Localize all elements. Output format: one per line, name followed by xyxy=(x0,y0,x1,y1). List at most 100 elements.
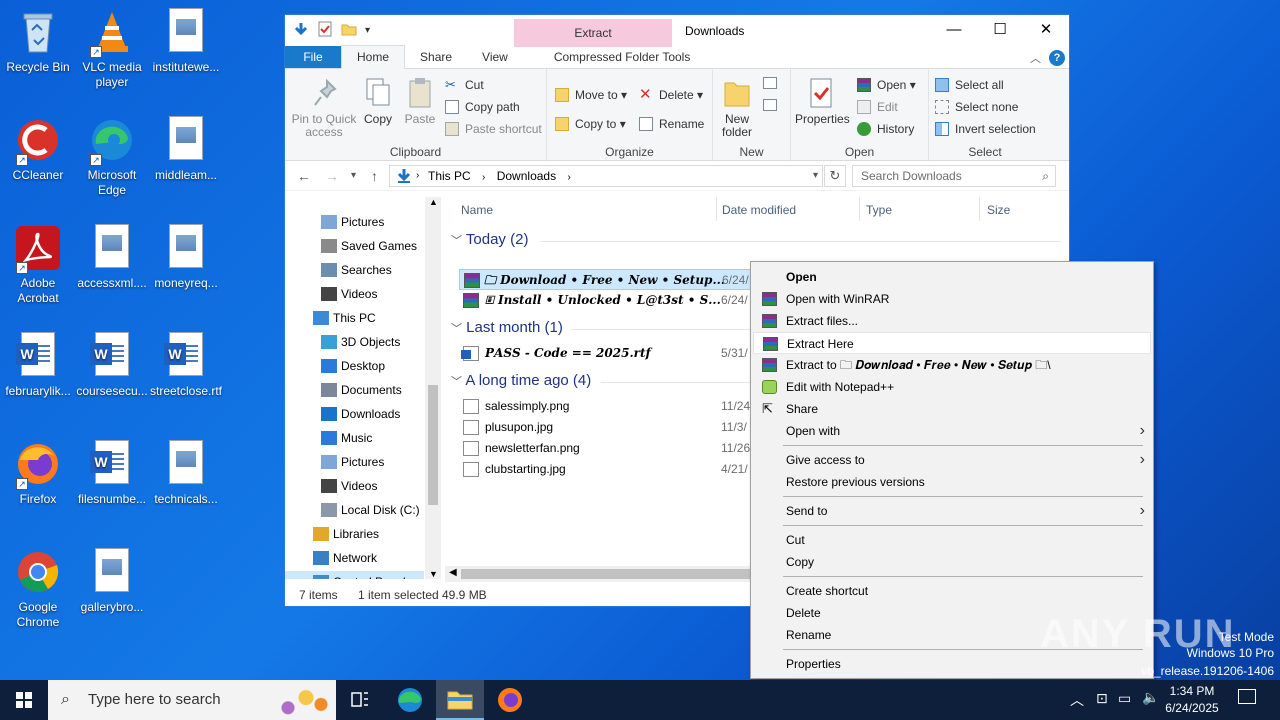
nav-item[interactable]: Libraries xyxy=(313,523,379,545)
nav-item[interactable]: Pictures xyxy=(321,451,384,473)
column-header-size[interactable]: Size xyxy=(987,203,1010,217)
paste-shortcut-button[interactable]: Paste shortcut xyxy=(445,119,542,139)
menu-item-open-with[interactable]: Open with › xyxy=(753,420,1151,442)
desktop-icon-ccleaner[interactable]: ↗ CCleaner xyxy=(0,116,76,183)
desktop-icon-file[interactable]: accessxml.... xyxy=(74,224,150,291)
select-all-button[interactable]: Select all xyxy=(935,75,1004,95)
tab-file[interactable]: File xyxy=(285,46,341,68)
network-icon[interactable]: ▭ xyxy=(1118,690,1131,707)
nav-item[interactable]: This PC xyxy=(313,307,376,329)
taskbar-file-explorer[interactable] xyxy=(436,680,484,720)
tab-home[interactable]: Home xyxy=(341,45,406,69)
address-dropdown-icon[interactable]: ▾ xyxy=(813,166,818,186)
navigation-pane[interactable]: Pictures Saved Games Searches Videos This PC… xyxy=(285,197,441,579)
search-box[interactable]: Search Downloads ⌕ xyxy=(852,165,1056,187)
desktop-icon-word-doc[interactable]: W streetclose.rtf xyxy=(148,332,224,399)
taskbar-edge[interactable] xyxy=(386,680,434,720)
taskbar-search-box[interactable]: ⌕ Type here to search xyxy=(48,680,336,720)
menu-item-share[interactable]: ⇱ Share xyxy=(753,398,1151,420)
nav-item[interactable]: Downloads xyxy=(321,403,400,425)
nav-item[interactable]: Control Panel xyxy=(313,571,406,579)
scroll-down-icon[interactable]: ▼ xyxy=(429,569,438,579)
group-header-long-ago[interactable]: ﹀ A long time ago (4) xyxy=(451,372,591,389)
desktop-icon-recycle-bin[interactable]: Recycle Bin xyxy=(0,8,76,75)
menu-item-restore-versions[interactable]: Restore previous versions xyxy=(753,471,1151,493)
desktop-icon-word-doc[interactable]: W coursesecu... xyxy=(74,332,150,399)
down-arrow-icon[interactable] xyxy=(293,21,309,40)
menu-item-give-access[interactable]: Give access to › xyxy=(753,449,1151,471)
desktop-icon-file[interactable]: gallerybro... xyxy=(74,548,150,615)
group-header-last-month[interactable]: ﹀ Last month (1) xyxy=(451,319,563,336)
menu-item-extract-to[interactable]: Extract to 🗀 𝑫𝒐𝒘𝒏𝒍𝒐𝒂𝒅 • 𝑭𝒓𝒆𝒆 • 𝑵𝒆𝒘 • 𝑺𝒆𝒕… xyxy=(753,354,1151,376)
select-none-button[interactable]: Select none xyxy=(935,97,1018,117)
menu-item-open[interactable]: Open xyxy=(753,266,1151,288)
scrollbar-thumb[interactable] xyxy=(428,385,438,505)
nav-item[interactable]: Network xyxy=(313,547,377,569)
up-arrow-icon[interactable]: ↑ xyxy=(371,168,378,184)
nav-scrollbar[interactable]: ▲ ▼ xyxy=(425,197,441,579)
desktop-icon-edge[interactable]: ↗ Microsoft Edge xyxy=(74,116,150,198)
history-button[interactable]: History xyxy=(857,119,914,139)
new-folder-icon[interactable] xyxy=(341,21,357,40)
copy-to-button[interactable]: Copy to ▾ xyxy=(555,114,626,134)
task-view-button[interactable] xyxy=(336,680,384,720)
breadcrumb-downloads[interactable]: Downloads xyxy=(497,169,556,183)
nav-item[interactable]: Videos xyxy=(321,283,377,305)
menu-item-edit-notepadpp[interactable]: Edit with Notepad++ xyxy=(753,376,1151,398)
nav-item[interactable]: Music xyxy=(321,427,372,449)
column-header-name[interactable]: Name xyxy=(461,203,493,217)
notifications-icon[interactable] xyxy=(1238,689,1256,704)
start-button[interactable] xyxy=(0,680,48,720)
scroll-left-icon[interactable]: ◀ xyxy=(449,567,457,578)
scroll-up-icon[interactable]: ▲ xyxy=(429,197,438,207)
menu-item-cut[interactable]: Cut xyxy=(753,529,1151,551)
nav-item[interactable]: Local Disk (C:) xyxy=(321,499,420,521)
delete-button[interactable]: ✕ Delete ▾ xyxy=(639,85,703,105)
taskbar-firefox[interactable] xyxy=(486,680,534,720)
menu-item-open-with-winrar[interactable]: Open with WinRAR xyxy=(753,288,1151,310)
group-header-today[interactable]: ﹀ Today (2) xyxy=(451,231,528,248)
network-status-icon[interactable]: ⊡ xyxy=(1096,690,1108,707)
desktop-icon-file[interactable]: institutewe... xyxy=(148,8,224,75)
nav-item[interactable]: 3D Objects xyxy=(321,331,400,353)
breadcrumb-this-pc[interactable]: This PC xyxy=(428,169,471,183)
chevron-down-icon[interactable]: ▾ xyxy=(365,25,370,36)
paste-button[interactable]: Paste xyxy=(401,73,439,126)
maximize-button[interactable]: ☐ xyxy=(977,15,1023,45)
desktop-icon-chrome[interactable]: Google Chrome xyxy=(0,548,76,630)
recent-locations-chevron-icon[interactable]: ▾ xyxy=(351,170,356,181)
properties-button[interactable]: Properties xyxy=(795,73,850,126)
nav-item[interactable]: Documents xyxy=(321,379,402,401)
address-bar[interactable]: › This PC › Downloads › ▾ xyxy=(389,165,823,187)
horizontal-scrollbar[interactable]: ◀ xyxy=(445,566,755,582)
system-clock[interactable]: 1:34 PM 6/24/2025 xyxy=(1160,683,1224,717)
easy-access-icon[interactable] xyxy=(763,99,777,111)
desktop-icon-acrobat[interactable]: ↗ Adobe Acrobat xyxy=(0,224,76,306)
tab-share[interactable]: Share xyxy=(405,46,467,68)
menu-item-send-to[interactable]: Send to › xyxy=(753,500,1151,522)
volume-icon[interactable]: 🔈 xyxy=(1142,689,1159,706)
copy-button[interactable]: Copy xyxy=(359,73,397,126)
menu-item-extract-files[interactable]: Extract files... xyxy=(753,310,1151,332)
menu-item-extract-here[interactable]: Extract Here xyxy=(753,332,1151,354)
edit-button[interactable]: Edit xyxy=(857,97,898,117)
refresh-button[interactable]: ↻ xyxy=(824,165,846,187)
desktop-icon-word-doc[interactable]: W filesnumbe... xyxy=(74,440,150,507)
cut-button[interactable]: ✂ Cut xyxy=(445,75,484,95)
desktop-icon-file[interactable]: technicals... xyxy=(148,440,224,507)
desktop-icon-vlc[interactable]: ↗ VLC media player xyxy=(74,8,150,90)
desktop-icon-file[interactable]: moneyreq... xyxy=(148,224,224,291)
nav-item[interactable]: Searches xyxy=(321,259,392,281)
desktop-icon-word-doc[interactable]: W februarylik... xyxy=(0,332,76,399)
nav-item[interactable]: Saved Games xyxy=(321,235,417,257)
copy-path-button[interactable]: Copy path xyxy=(445,97,520,117)
column-header-type[interactable]: Type xyxy=(866,203,892,217)
open-button[interactable]: Open ▾ xyxy=(857,75,916,95)
menu-item-copy[interactable]: Copy xyxy=(753,551,1151,573)
nav-item[interactable]: Pictures xyxy=(321,211,384,233)
pin-quick-access-button[interactable]: Pin to Quick access xyxy=(289,73,359,139)
context-tab-extract[interactable]: Extract xyxy=(514,19,672,47)
help-icon[interactable]: ? xyxy=(1049,50,1065,66)
new-folder-button[interactable]: New folder xyxy=(717,73,757,139)
column-header-date[interactable]: Date modified xyxy=(722,203,796,217)
